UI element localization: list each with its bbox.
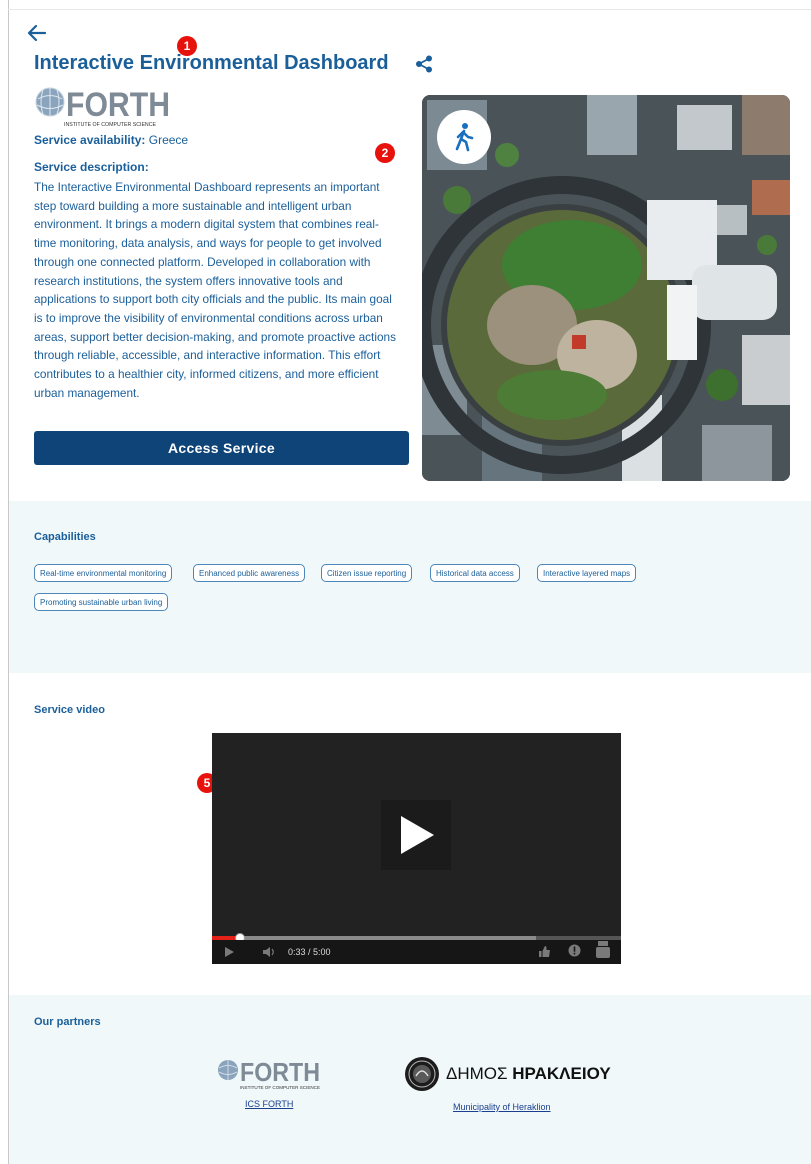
page-title: Interactive Environmental Dashboard bbox=[34, 52, 389, 74]
walking-person-badge bbox=[437, 110, 491, 164]
capabilities-heading: Capabilities bbox=[34, 531, 96, 543]
partner-logo-text: FORTH bbox=[240, 1058, 320, 1087]
back-arrow-icon[interactable] bbox=[26, 22, 48, 44]
annotation-marker-2: 2 bbox=[375, 143, 395, 163]
heraklion-logo-text: ΔΗΜΟΣ ΗΡΑΚΛΕΙΟΥ bbox=[446, 1064, 611, 1084]
share-icon[interactable] bbox=[415, 55, 433, 73]
partner-logo-subtitle: INSTITUTE OF COMPUTER SCIENCE bbox=[240, 1085, 320, 1090]
partners-heading: Our partners bbox=[34, 1016, 101, 1028]
heraklion-logo-light: ΔΗΜΟΣ bbox=[446, 1064, 508, 1083]
availability-label: Service availability: bbox=[34, 133, 146, 147]
service-availability: Service availability: Greece bbox=[34, 133, 188, 147]
video-time: 0:33 / 5:00 bbox=[288, 947, 331, 957]
forth-logo-subtitle: INSTITUTE OF COMPUTER SCIENCE bbox=[64, 122, 156, 128]
play-icon bbox=[401, 816, 434, 854]
thumbs-up-icon[interactable] bbox=[538, 945, 551, 958]
availability-value: Greece bbox=[148, 133, 189, 147]
youtube-icon[interactable] bbox=[596, 941, 610, 958]
capability-chip[interactable]: Historical data access bbox=[430, 564, 520, 582]
ics-forth-logo[interactable]: FORTH INSTITUTE OF COMPUTER SCIENCE bbox=[217, 1058, 323, 1091]
play-small-icon[interactable] bbox=[223, 946, 235, 958]
annotation-marker-1: 1 bbox=[177, 36, 197, 56]
play-button[interactable] bbox=[381, 800, 451, 870]
heraklion-seal-logo[interactable] bbox=[404, 1056, 440, 1092]
heraklion-logo-bold: ΗΡΑΚΛΕΙΟΥ bbox=[512, 1064, 611, 1083]
capabilities-section bbox=[9, 501, 811, 673]
access-service-button[interactable]: Access Service bbox=[34, 431, 409, 465]
forth-logo: FORTH INSTITUTE OF COMPUTER SCIENCE bbox=[35, 86, 170, 128]
service-description: The Interactive Environmental Dashboard … bbox=[34, 180, 396, 400]
partner-link-ics-forth[interactable]: ICS FORTH bbox=[245, 1099, 293, 1109]
volume-icon[interactable] bbox=[262, 946, 276, 958]
capability-chip[interactable]: Promoting sustainable urban living bbox=[34, 593, 169, 611]
capability-chip[interactable]: Interactive layered maps bbox=[537, 564, 637, 582]
capability-chip[interactable]: Enhanced public awareness bbox=[193, 564, 306, 582]
capability-chip[interactable]: Real-time environmental monitoring bbox=[34, 564, 173, 582]
description-heading: Service description: bbox=[34, 160, 149, 174]
report-icon[interactable] bbox=[568, 944, 581, 957]
heraklion-seal-icon bbox=[405, 1057, 439, 1091]
capability-chip[interactable]: Citizen issue reporting bbox=[321, 564, 413, 582]
video-player[interactable]: 0:33 / 5:00 bbox=[212, 733, 621, 964]
forth-logo-text: FORTH bbox=[66, 86, 170, 124]
service-video-heading: Service video bbox=[34, 704, 105, 716]
walking-person-icon bbox=[455, 123, 474, 152]
top-divider bbox=[8, 9, 811, 10]
partner-link-municipality-heraklion[interactable]: Municipality of Heraklion bbox=[453, 1102, 551, 1112]
